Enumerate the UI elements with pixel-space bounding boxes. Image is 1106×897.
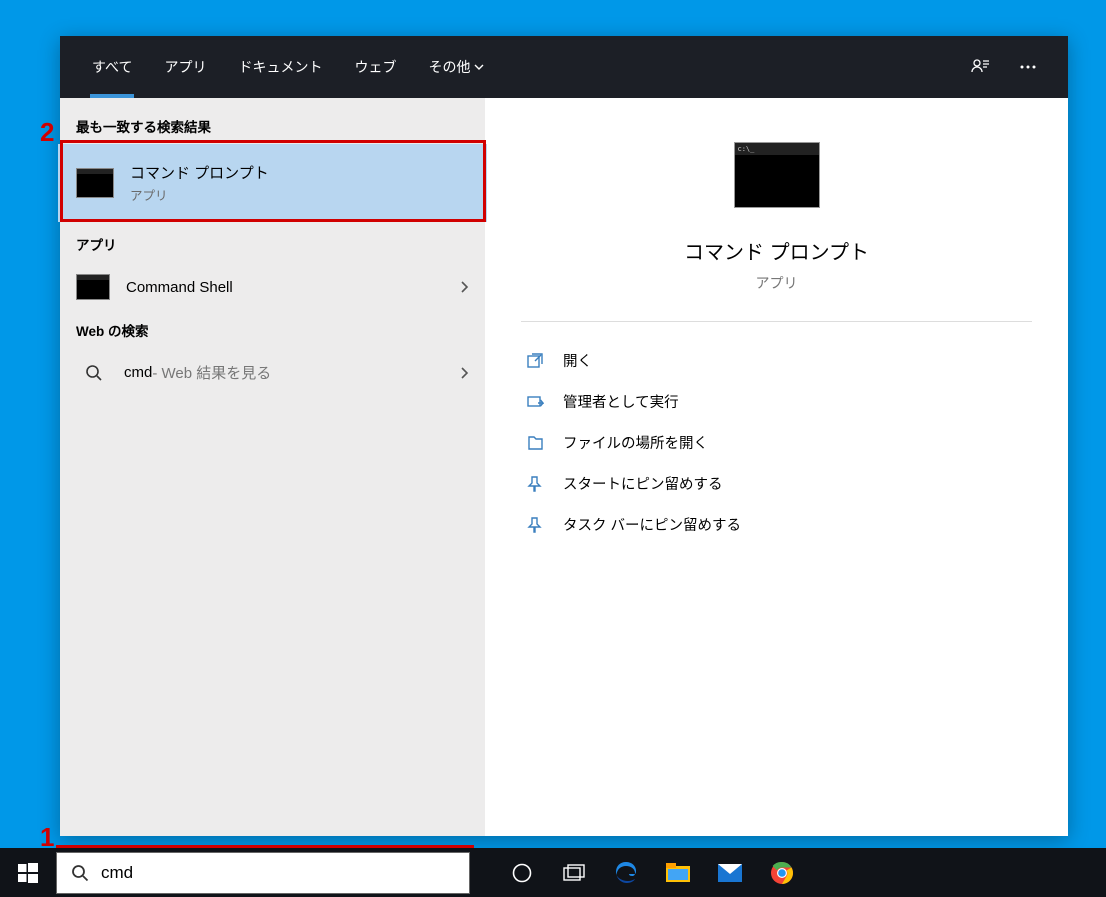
- cmd-icon: [76, 274, 110, 300]
- result-title: コマンド プロンプト: [130, 162, 469, 183]
- mail-icon[interactable]: [704, 848, 756, 897]
- tab-documents[interactable]: ドキュメント: [222, 36, 338, 98]
- cortana-icon[interactable]: [496, 848, 548, 897]
- task-view-icon[interactable]: [548, 848, 600, 897]
- result-title: Command Shell: [126, 279, 459, 296]
- section-web: Web の検索: [60, 310, 485, 350]
- chevron-right-icon: [459, 366, 469, 380]
- chrome-icon[interactable]: [756, 848, 808, 897]
- feedback-icon[interactable]: [956, 43, 1004, 91]
- chevron-down-icon: [474, 62, 484, 72]
- result-subtitle: アプリ: [130, 185, 469, 204]
- tab-more[interactable]: その他: [412, 36, 500, 98]
- section-best-match: 最も一致する検索結果: [60, 110, 485, 146]
- tab-apps[interactable]: アプリ: [148, 36, 222, 98]
- action-pin-start[interactable]: スタートにピン留めする: [521, 463, 1032, 504]
- app-result[interactable]: Command Shell: [60, 264, 485, 310]
- action-open[interactable]: 開く: [521, 340, 1032, 381]
- web-hint: - Web 結果を見る: [152, 362, 271, 383]
- admin-icon: [525, 392, 545, 412]
- taskbar: cmd: [0, 848, 1106, 897]
- search-results-panel: すべて アプリ ドキュメント ウェブ その他 最も一致する検索結果 コマンド プ…: [60, 36, 1068, 836]
- search-icon: [71, 864, 89, 882]
- pin-icon: [525, 474, 545, 494]
- cmd-icon: [76, 168, 114, 198]
- taskbar-search-box[interactable]: cmd: [56, 852, 470, 894]
- explorer-icon[interactable]: [652, 848, 704, 897]
- annotation-label-2: 2: [40, 117, 54, 148]
- preview-subtitle: アプリ: [521, 273, 1032, 293]
- chevron-right-icon: [459, 280, 469, 294]
- preview-title: コマンド プロンプト: [521, 236, 1032, 265]
- search-icon: [76, 364, 112, 382]
- open-icon: [525, 351, 545, 371]
- action-run-admin[interactable]: 管理者として実行: [521, 381, 1032, 422]
- filter-tab-bar: すべて アプリ ドキュメント ウェブ その他: [60, 36, 1068, 98]
- tab-web[interactable]: ウェブ: [338, 36, 412, 98]
- tab-all[interactable]: すべて: [76, 36, 148, 98]
- results-list: 最も一致する検索結果 コマンド プロンプト アプリ アプリ Command Sh…: [60, 98, 485, 836]
- content-area: 最も一致する検索結果 コマンド プロンプト アプリ アプリ Command Sh…: [60, 98, 1068, 836]
- web-search-result[interactable]: cmd - Web 結果を見る: [60, 350, 485, 395]
- cmd-large-icon: [734, 142, 820, 208]
- pin-icon: [525, 515, 545, 535]
- options-icon[interactable]: [1004, 43, 1052, 91]
- best-match-result[interactable]: コマンド プロンプト アプリ: [60, 146, 485, 220]
- search-input-value: cmd: [101, 863, 133, 883]
- section-apps: アプリ: [60, 220, 485, 264]
- action-open-location[interactable]: ファイルの場所を開く: [521, 422, 1032, 463]
- divider: [521, 321, 1032, 322]
- preview-pane: コマンド プロンプト アプリ 開く 管理者として実行 ファイルの場所を開く: [485, 98, 1068, 836]
- start-button[interactable]: [0, 848, 56, 897]
- edge-icon[interactable]: [600, 848, 652, 897]
- action-pin-taskbar[interactable]: タスク バーにピン留めする: [521, 504, 1032, 545]
- folder-icon: [525, 433, 545, 453]
- web-query: cmd: [124, 364, 152, 381]
